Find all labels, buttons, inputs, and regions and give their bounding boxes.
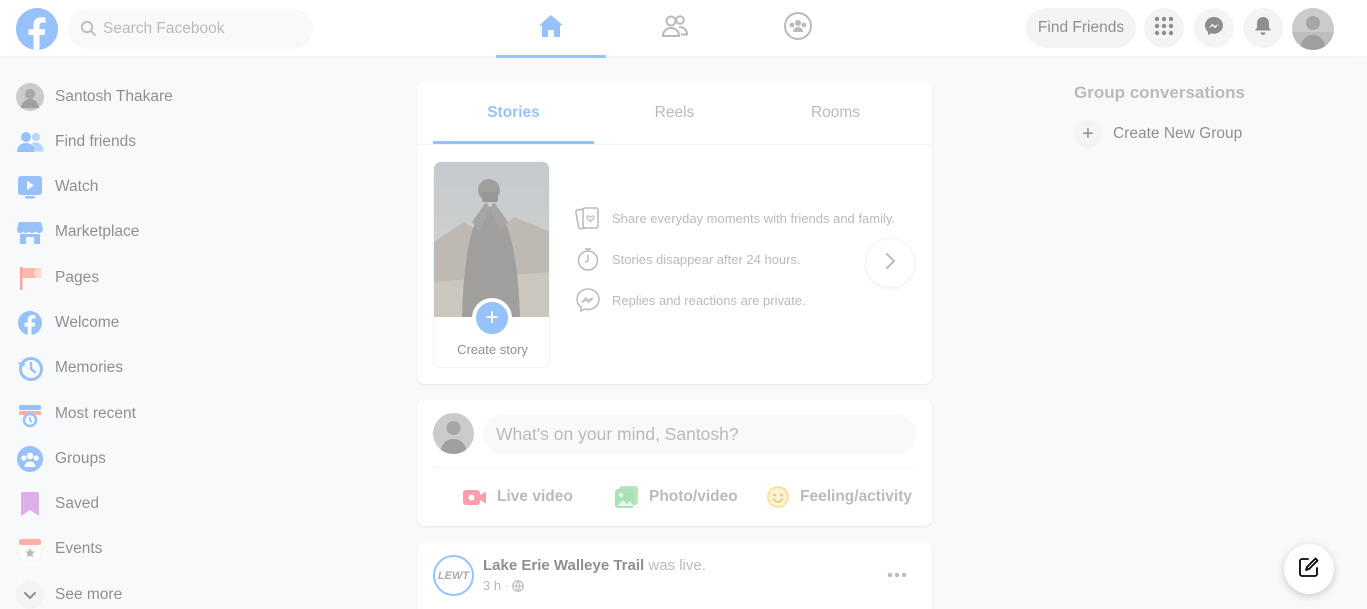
- tab-stories[interactable]: Stories: [433, 81, 594, 144]
- sidebar-item-see-more[interactable]: See more: [16, 575, 122, 609]
- find-friends-button[interactable]: Find Friends: [1026, 8, 1136, 48]
- plus-icon: +: [1074, 120, 1102, 148]
- stories-card: Stories Reels Rooms + Create story Share…: [417, 81, 932, 384]
- sidebar-item-pages[interactable]: Pages: [16, 258, 99, 298]
- feed-post: LEWT Lake Erie Walleye Trail was live. 3…: [417, 543, 932, 609]
- chevron-right-icon: [880, 251, 900, 276]
- pages-flag-icon: [16, 264, 44, 292]
- grid-menu-icon: [1154, 16, 1174, 41]
- tab-reels[interactable]: Reels: [594, 81, 755, 144]
- post-composer: What's on your mind, Santosh? Live video…: [417, 400, 932, 526]
- profile-avatar: [16, 83, 44, 111]
- whats-on-your-mind-input[interactable]: What's on your mind, Santosh?: [483, 414, 916, 454]
- friends-icon: [661, 12, 689, 45]
- photo-icon: [614, 484, 640, 510]
- stories-next-button[interactable]: [865, 238, 915, 288]
- sidebar-item-groups[interactable]: Groups: [16, 439, 106, 479]
- create-new-group-button[interactable]: + Create New Group: [1074, 119, 1242, 149]
- create-story-card[interactable]: + Create story: [433, 161, 550, 368]
- facebook-icon: [16, 309, 44, 337]
- most-recent-icon: [16, 400, 44, 428]
- top-navigation-bar: Find Friends: [0, 0, 1367, 58]
- messenger-icon: [575, 287, 601, 313]
- group-conversations-heading: Group conversations: [1074, 83, 1245, 102]
- story-profile-photo: [434, 162, 549, 317]
- sidebar-item-welcome[interactable]: Welcome: [16, 303, 119, 343]
- post-page-name[interactable]: Lake Erie Walleye Trail: [483, 557, 644, 574]
- search-icon: [80, 20, 96, 41]
- story-info-share: Share everyday moments with friends and …: [575, 205, 895, 231]
- sidebar-item-events[interactable]: Events: [16, 529, 102, 569]
- friends-icon: [16, 128, 44, 156]
- menu-button[interactable]: [1144, 8, 1184, 48]
- feeling-activity-button[interactable]: Feeling/activity: [765, 480, 912, 514]
- post-time[interactable]: 3 h ·: [483, 578, 509, 593]
- stopwatch-icon: [575, 246, 601, 272]
- tab-friends[interactable]: [620, 0, 730, 57]
- create-story-label: Create story: [457, 342, 528, 357]
- chevron-down-icon: [16, 581, 44, 609]
- composer-divider: [433, 467, 916, 468]
- story-info-disappear: Stories disappear after 24 hours.: [575, 246, 801, 272]
- live-video-icon: [462, 484, 488, 510]
- composer-avatar[interactable]: [433, 413, 474, 454]
- search-input[interactable]: [102, 9, 302, 49]
- post-action-text: was live.: [648, 557, 706, 574]
- sidebar-item-marketplace[interactable]: Marketplace: [16, 212, 139, 252]
- account-avatar[interactable]: [1292, 8, 1334, 50]
- messenger-button[interactable]: [1194, 8, 1234, 48]
- marketplace-icon: [16, 218, 44, 246]
- post-meta: 3 h ·: [483, 578, 524, 593]
- sidebar-item-watch[interactable]: Watch: [16, 167, 98, 207]
- search-box[interactable]: [68, 9, 313, 49]
- groups-icon: [16, 445, 44, 473]
- globe-icon: [512, 579, 524, 592]
- tabs-divider: [417, 144, 932, 145]
- post-header: Lake Erie Walleye Trail was live.: [483, 557, 706, 574]
- facebook-logo-icon[interactable]: [16, 8, 58, 50]
- feeling-icon: [765, 484, 791, 510]
- memories-clock-icon: [16, 354, 44, 382]
- story-cards-icon: [575, 205, 601, 231]
- sidebar-item-profile[interactable]: Santosh Thakare: [16, 77, 173, 117]
- events-calendar-icon: [16, 535, 44, 563]
- left-sidebar: Santosh Thakare Find friends Watch Marke…: [0, 57, 340, 609]
- bell-icon: [1254, 16, 1272, 41]
- live-video-button[interactable]: Live video: [462, 480, 573, 514]
- saved-bookmark-icon: [16, 490, 44, 518]
- compose-edit-icon: [1298, 556, 1320, 583]
- tab-groups[interactable]: [743, 0, 853, 57]
- photo-video-button[interactable]: Photo/video: [614, 480, 738, 514]
- messenger-icon: [1204, 16, 1224, 41]
- sidebar-item-memories[interactable]: Memories: [16, 348, 123, 388]
- home-icon: [537, 12, 565, 45]
- new-message-button[interactable]: [1284, 544, 1334, 594]
- more-horizontal-icon: [887, 565, 907, 583]
- post-more-options-button[interactable]: [882, 561, 912, 587]
- notifications-button[interactable]: [1243, 8, 1283, 48]
- tab-rooms[interactable]: Rooms: [755, 81, 916, 144]
- page-avatar[interactable]: LEWT: [433, 555, 474, 596]
- tab-home[interactable]: [496, 0, 606, 58]
- page-scrollbar[interactable]: [1352, 57, 1367, 609]
- story-info-private: Replies and reactions are private.: [575, 287, 806, 313]
- watch-icon: [16, 173, 44, 201]
- sidebar-item-saved[interactable]: Saved: [16, 484, 99, 524]
- sidebar-item-most-recent[interactable]: Most recent: [16, 394, 136, 434]
- add-story-plus-icon[interactable]: +: [472, 298, 512, 338]
- sidebar-item-find-friends[interactable]: Find friends: [16, 122, 136, 162]
- groups-icon: [783, 11, 813, 46]
